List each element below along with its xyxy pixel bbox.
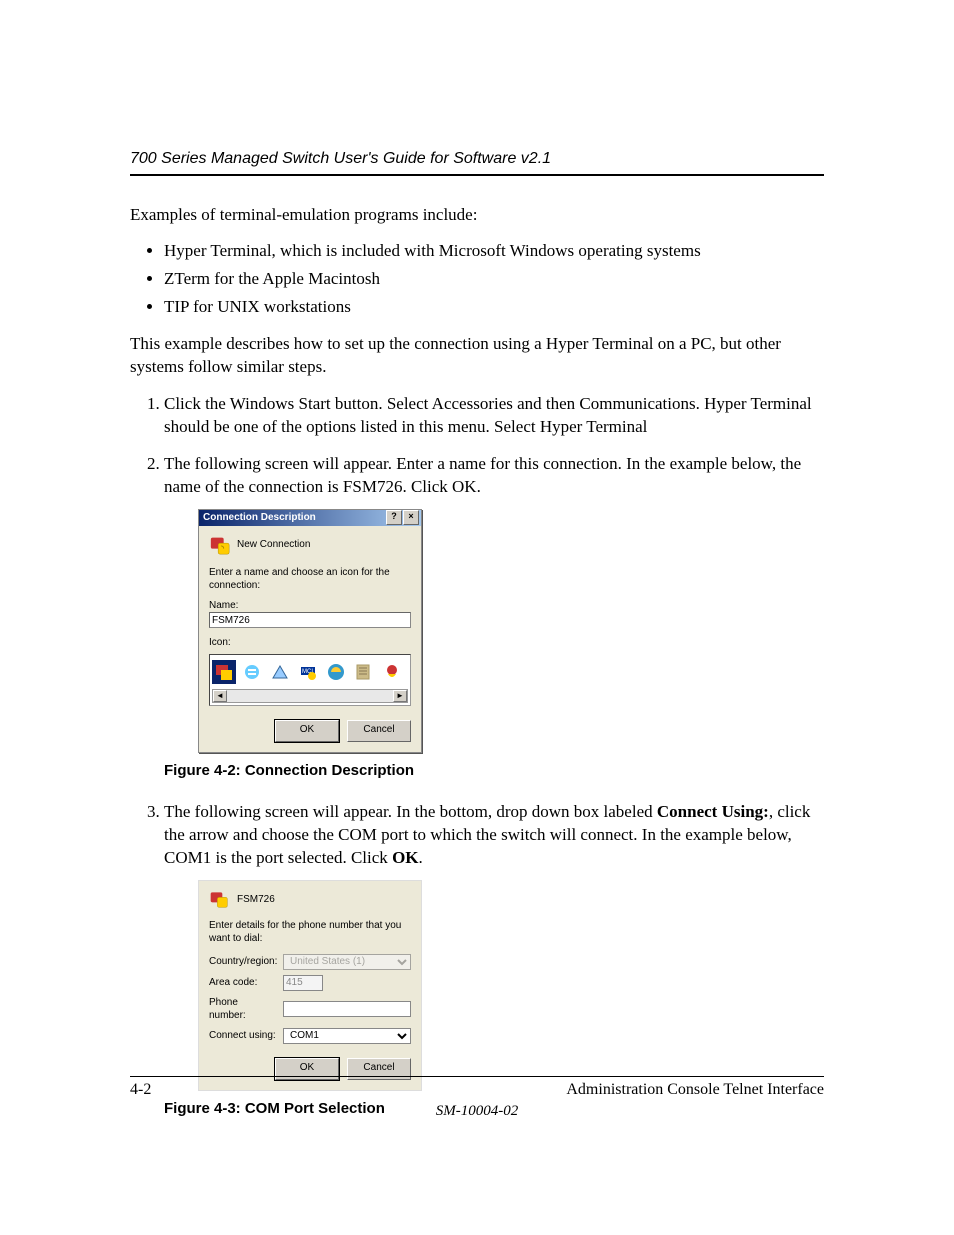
document-number: SM-10004-02 — [130, 1103, 824, 1120]
help-button[interactable]: ? — [386, 510, 402, 525]
footer-rule — [130, 1076, 824, 1077]
dialog-body: New Connection Enter a name and choose a… — [199, 526, 421, 752]
page-footer: 4-2 Administration Console Telnet Interf… — [130, 1076, 824, 1120]
connect-using-label: Connect using: — [209, 1029, 277, 1043]
body-paragraph: This example describes how to set up the… — [130, 333, 824, 379]
intro-paragraph: Examples of terminal-emulation programs … — [130, 204, 824, 227]
footer-section: Administration Console Telnet Interface — [566, 1081, 824, 1099]
connection-icon-option[interactable] — [268, 660, 292, 684]
running-header: 700 Series Managed Switch User's Guide f… — [130, 150, 824, 168]
figure-caption: Figure 4-2: Connection Description — [164, 761, 824, 781]
ordered-steps: Click the Windows Start button. Select A… — [130, 393, 824, 1119]
name-input[interactable] — [209, 612, 411, 628]
connection-icon-option[interactable] — [324, 660, 348, 684]
ok-button[interactable]: OK — [275, 720, 339, 742]
header-rule — [130, 174, 824, 176]
step-1: Click the Windows Start button. Select A… — [164, 393, 824, 439]
dialog-titlebar: Connection Description ? × — [199, 510, 421, 526]
step-2: The following screen will appear. Enter … — [164, 453, 824, 781]
connection-description-dialog: Connection Description ? × — [198, 509, 422, 753]
bullet-item: Hyper Terminal, which is included with M… — [164, 241, 824, 261]
bullet-list: Hyper Terminal, which is included with M… — [130, 241, 824, 317]
icon-label: Icon: — [209, 636, 411, 650]
connection-icon-option[interactable] — [352, 660, 376, 684]
country-label: Country/region: — [209, 955, 277, 969]
connect-to-dialog: FSM726 Enter details for the phone numbe… — [198, 880, 422, 1091]
step-3-text: The following screen will appear. In the… — [164, 802, 810, 867]
scroll-right-button[interactable]: ► — [393, 690, 407, 702]
area-code-label: Area code: — [209, 976, 277, 990]
dialog-prompt: Enter a name and choose an icon for the … — [209, 566, 411, 593]
cancel-button[interactable]: Cancel — [347, 720, 411, 742]
connection-icon-option[interactable] — [380, 660, 404, 684]
area-code-input[interactable] — [283, 975, 323, 991]
dialog-title: FSM726 — [237, 893, 275, 907]
phone-number-label: Phone number: — [209, 996, 277, 1023]
step-3: The following screen will appear. In the… — [164, 801, 824, 1119]
bullet-item: TIP for UNIX workstations — [164, 297, 824, 317]
phone-icon — [209, 534, 231, 556]
step-2-text: The following screen will appear. Enter … — [164, 454, 801, 496]
page-number: 4-2 — [130, 1081, 151, 1099]
icon-picker[interactable]: MCI — [209, 654, 411, 706]
name-label: Name: — [209, 599, 411, 613]
dialog-prompt: Enter details for the phone number that … — [209, 919, 411, 946]
bullet-item: ZTerm for the Apple Macintosh — [164, 269, 824, 289]
document-page: 700 Series Managed Switch User's Guide f… — [0, 0, 954, 1235]
connection-icon-option[interactable]: MCI — [296, 660, 320, 684]
close-button[interactable]: × — [403, 510, 419, 525]
scroll-left-button[interactable]: ◄ — [213, 690, 227, 702]
connection-icon-option[interactable] — [240, 660, 264, 684]
connection-icon-option[interactable] — [212, 660, 236, 684]
country-select[interactable]: United States (1) — [283, 954, 411, 970]
icon-scrollbar[interactable]: ◄ ► — [212, 689, 408, 703]
new-connection-label: New Connection — [237, 538, 310, 552]
phone-icon — [209, 889, 231, 911]
dialog-title: Connection Description — [203, 511, 316, 525]
phone-number-input[interactable] — [283, 1001, 411, 1017]
connect-using-select[interactable]: COM1 — [283, 1028, 411, 1044]
